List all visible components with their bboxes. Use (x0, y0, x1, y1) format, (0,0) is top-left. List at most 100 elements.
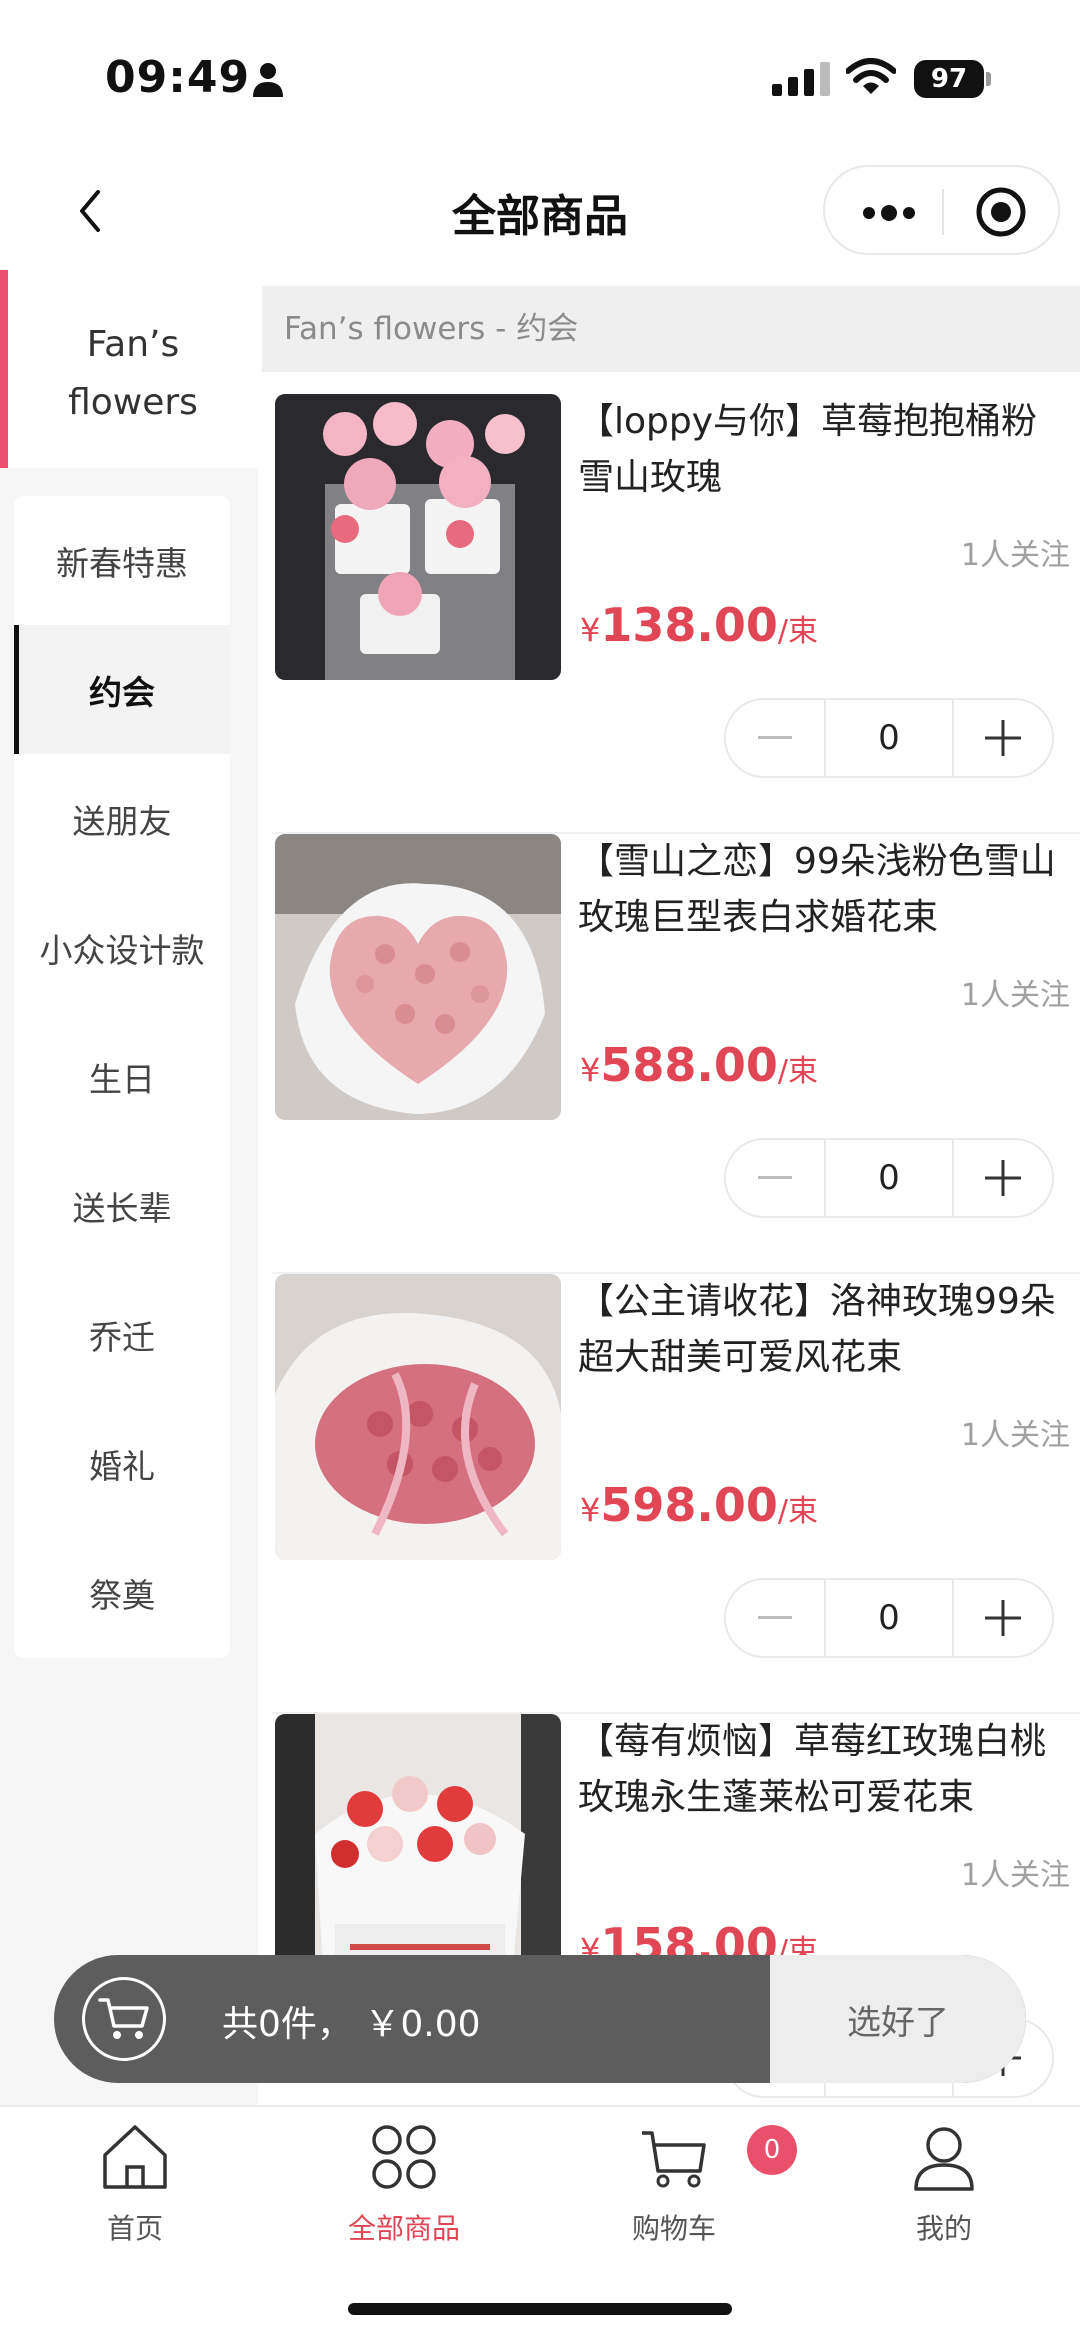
target-icon[interactable] (975, 186, 1027, 238)
person-icon (253, 63, 283, 97)
plus-icon (985, 1600, 1021, 1636)
minus-icon (758, 1176, 792, 1179)
product-card[interactable]: 【雪山之恋】99朵浅粉色雪山玫瑰巨型表白求婚花束 1人关注 ¥588.00/束 … (258, 834, 1080, 1274)
tab-home[interactable]: 首页 (55, 2121, 215, 2271)
section-header: Fan’s flowers - 约会 (262, 286, 1080, 372)
quantity-value[interactable]: 0 (824, 1580, 954, 1656)
user-icon (914, 2127, 974, 2191)
decrement-button[interactable] (726, 1140, 824, 1216)
currency-symbol: ¥ (580, 1051, 601, 1089)
product-title[interactable]: 【莓有烦恼】草莓红玫瑰白桃玫瑰永生蓬莱松可爱花束 (578, 1714, 1068, 1826)
sidebar-item-label: 小众设计款 (39, 930, 205, 970)
category-sidebar: Fan’s flowers 新春特惠 约会 送朋友 小众设计款 生日 送长辈 乔… (0, 270, 258, 2105)
cart-icon (642, 2131, 706, 2188)
sidebar-item-wedding[interactable]: 婚礼 (14, 1399, 230, 1528)
product-card[interactable]: 【loppy与你】草莓抱抱桶粉雪山玫瑰 1人关注 ¥138.00/束 0 (258, 394, 1080, 834)
mini-program-capsule (823, 165, 1060, 255)
home-icon (103, 2125, 167, 2189)
tab-profile[interactable]: 我的 (864, 2121, 1024, 2271)
sidebar-item-spring-sale[interactable]: 新春特惠 (14, 496, 230, 625)
grid-icon (372, 2125, 436, 2189)
follower-count: 1人关注 (960, 1418, 1070, 1453)
quantity-stepper: 0 (724, 698, 1054, 778)
brand-line-2: flowers (68, 382, 198, 423)
price-unit: /束 (777, 614, 818, 649)
price-value: 598.00 (600, 1478, 778, 1532)
sidebar-item-elders[interactable]: 送长辈 (14, 1141, 230, 1270)
plus-icon (985, 720, 1021, 756)
sidebar-item-birthday[interactable]: 生日 (14, 1012, 230, 1141)
sidebar-item-label: 生日 (89, 1059, 155, 1099)
cart-summary: 共0件， ￥0.00 (222, 2004, 481, 2045)
tab-cart[interactable]: 购物车 (594, 2121, 754, 2271)
sidebar-item-memorial[interactable]: 祭奠 (14, 1528, 230, 1657)
quantity-value[interactable]: 0 (824, 700, 954, 776)
increment-button[interactable] (954, 1580, 1052, 1656)
product-image[interactable] (275, 1274, 561, 1560)
battery-tip (986, 72, 991, 86)
quantity-stepper: 0 (724, 1138, 1054, 1218)
sidebar-item-label: 婚礼 (89, 1446, 155, 1486)
brand-name: Fan’s flowers (8, 316, 258, 432)
cart-button[interactable] (82, 1977, 166, 2061)
tab-all-products[interactable]: 全部商品 (324, 2121, 484, 2271)
product-title[interactable]: 【loppy与你】草莓抱抱桶粉雪山玫瑰 (578, 394, 1068, 506)
increment-button[interactable] (954, 1140, 1052, 1216)
product-price: ¥598.00/束 (580, 1478, 818, 1532)
product-price: ¥138.00/束 (580, 598, 818, 652)
sidebar-item-friends[interactable]: 送朋友 (14, 754, 230, 883)
more-icon[interactable] (861, 205, 917, 221)
quantity-value[interactable]: 0 (824, 1140, 954, 1216)
brand-block[interactable]: Fan’s flowers (0, 270, 258, 468)
capsule-divider (942, 189, 944, 235)
sidebar-item-housewarming[interactable]: 乔迁 (14, 1270, 230, 1399)
wifi-icon (846, 58, 896, 94)
follower-count: 1人关注 (960, 978, 1070, 1013)
sidebar-item-label: 约会 (89, 672, 155, 712)
status-bar: 09:49 97 (0, 0, 1080, 150)
brand-accent-bar (0, 270, 8, 468)
decrement-button[interactable] (726, 1580, 824, 1656)
price-unit: /束 (777, 1494, 818, 1529)
brand-line-1: Fan’s (86, 324, 180, 365)
signal-icon (772, 62, 830, 96)
sidebar-item-niche-design[interactable]: 小众设计款 (14, 883, 230, 1012)
tab-label: 我的 (915, 2212, 972, 2245)
follower-count: 1人关注 (960, 538, 1070, 573)
battery-icon: 97 (914, 60, 984, 98)
currency-symbol: ¥ (580, 611, 601, 649)
product-list: Fan’s flowers - 约会 【loppy与你】草莓抱抱桶粉雪山玫瑰 1… (258, 270, 1080, 2105)
home-indicator (348, 2303, 732, 2315)
currency-symbol: ¥ (580, 1491, 601, 1529)
status-time: 09:49 (105, 52, 251, 103)
sidebar-item-label: 祭奠 (89, 1575, 155, 1615)
product-title[interactable]: 【公主请收花】洛神玫瑰99朵 超大甜美可爱风花束 (578, 1274, 1068, 1386)
minus-icon (758, 736, 792, 739)
sidebar-item-date[interactable]: 约会 (14, 625, 230, 754)
tab-label: 购物车 (631, 2212, 716, 2245)
plus-icon (985, 1160, 1021, 1196)
sidebar-item-label: 送朋友 (72, 801, 172, 841)
increment-button[interactable] (954, 700, 1052, 776)
tab-label: 首页 (106, 2212, 163, 2245)
price-unit: /束 (777, 1054, 818, 1089)
price-value: 588.00 (600, 1038, 778, 1092)
sidebar-item-label: 送长辈 (72, 1188, 172, 1228)
minus-icon (758, 1616, 792, 1619)
nav-bar: 全部商品 (0, 150, 1080, 270)
follower-count: 1人关注 (960, 1858, 1070, 1893)
checkout-button[interactable]: 选好了 (770, 1955, 1026, 2083)
cart-bar[interactable]: 共0件， ￥0.00 选好了 (54, 1955, 1026, 2083)
product-price: ¥588.00/束 (580, 1038, 818, 1092)
tab-label: 全部商品 (347, 2212, 460, 2245)
category-list: 新春特惠 约会 送朋友 小众设计款 生日 送长辈 乔迁 婚礼 祭奠 (14, 496, 230, 1658)
sidebar-item-label: 新春特惠 (56, 543, 188, 583)
product-title[interactable]: 【雪山之恋】99朵浅粉色雪山玫瑰巨型表白求婚花束 (578, 834, 1068, 946)
decrement-button[interactable] (726, 700, 824, 776)
price-value: 138.00 (600, 598, 778, 652)
product-card[interactable]: 【公主请收花】洛神玫瑰99朵 超大甜美可爱风花束 1人关注 ¥598.00/束 … (258, 1274, 1080, 1714)
cart-badge: 0 (747, 2125, 797, 2175)
product-image[interactable] (275, 834, 561, 1120)
cart-icon (98, 1998, 149, 2039)
product-image[interactable] (275, 394, 561, 680)
